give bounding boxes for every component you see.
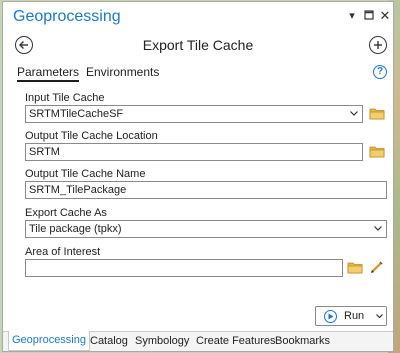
output-location-label: Output Tile Cache Location	[25, 130, 158, 142]
bottom-tab-bar: Geoprocessing Catalog Symbology Create F…	[3, 331, 393, 351]
plus-icon	[374, 41, 382, 49]
area-of-interest-label: Area of Interest	[25, 246, 101, 258]
close-icon[interactable]: ✕	[379, 9, 391, 22]
bottom-tab-symbology[interactable]: Symbology	[135, 335, 189, 347]
maximize-icon[interactable]	[363, 10, 375, 22]
tab-environments[interactable]: Environments	[86, 65, 159, 79]
pencil-icon[interactable]	[370, 260, 384, 274]
area-of-interest-input[interactable]	[25, 259, 343, 277]
folder-icon[interactable]	[369, 107, 385, 120]
folder-icon[interactable]	[347, 261, 363, 274]
geoprocessing-pane: Geoprocessing ▾ ✕ Export Tile Cache Para…	[2, 1, 394, 352]
play-icon	[324, 310, 337, 323]
input-tile-cache-label: Input Tile Cache	[25, 92, 105, 104]
output-location-value: SRTM	[29, 146, 60, 158]
bottom-tab-geoprocessing[interactable]: Geoprocessing	[8, 331, 90, 351]
pane-options-dropdown-icon[interactable]: ▾	[346, 10, 358, 22]
run-label: Run	[344, 310, 365, 322]
run-button[interactable]: Run	[315, 306, 387, 326]
folder-icon[interactable]	[369, 145, 385, 158]
tab-parameters[interactable]: Parameters	[17, 65, 80, 82]
chevron-down-icon	[350, 111, 358, 116]
tool-title: Export Tile Cache	[142, 37, 254, 53]
add-button[interactable]	[369, 36, 387, 54]
export-cache-as-label: Export Cache As	[25, 207, 107, 219]
output-name-label: Output Tile Cache Name	[25, 168, 146, 180]
output-name-input[interactable]: SRTM_TilePackage	[25, 181, 387, 199]
chevron-down-icon	[374, 226, 382, 231]
chevron-down-icon[interactable]	[376, 314, 383, 318]
export-cache-as-dropdown[interactable]: Tile package (tpkx)	[25, 220, 387, 238]
bottom-tab-bookmarks[interactable]: Bookmarks	[275, 335, 330, 347]
pane-titlebar: Geoprocessing ▾ ✕	[3, 2, 393, 32]
input-tile-cache-value: SRTMTileCacheSF	[29, 108, 124, 120]
pane-title: Geoprocessing	[13, 8, 121, 25]
help-icon[interactable]: ?	[373, 65, 387, 79]
output-location-input[interactable]: SRTM	[25, 143, 363, 161]
export-cache-as-value: Tile package (tpkx)	[29, 223, 122, 235]
bottom-tab-catalog[interactable]: Catalog	[90, 335, 128, 347]
bottom-tab-create-features[interactable]: Create Features	[196, 335, 275, 347]
output-name-value: SRTM_TilePackage	[29, 184, 127, 196]
input-tile-cache-dropdown[interactable]: SRTMTileCacheSF	[25, 105, 363, 123]
